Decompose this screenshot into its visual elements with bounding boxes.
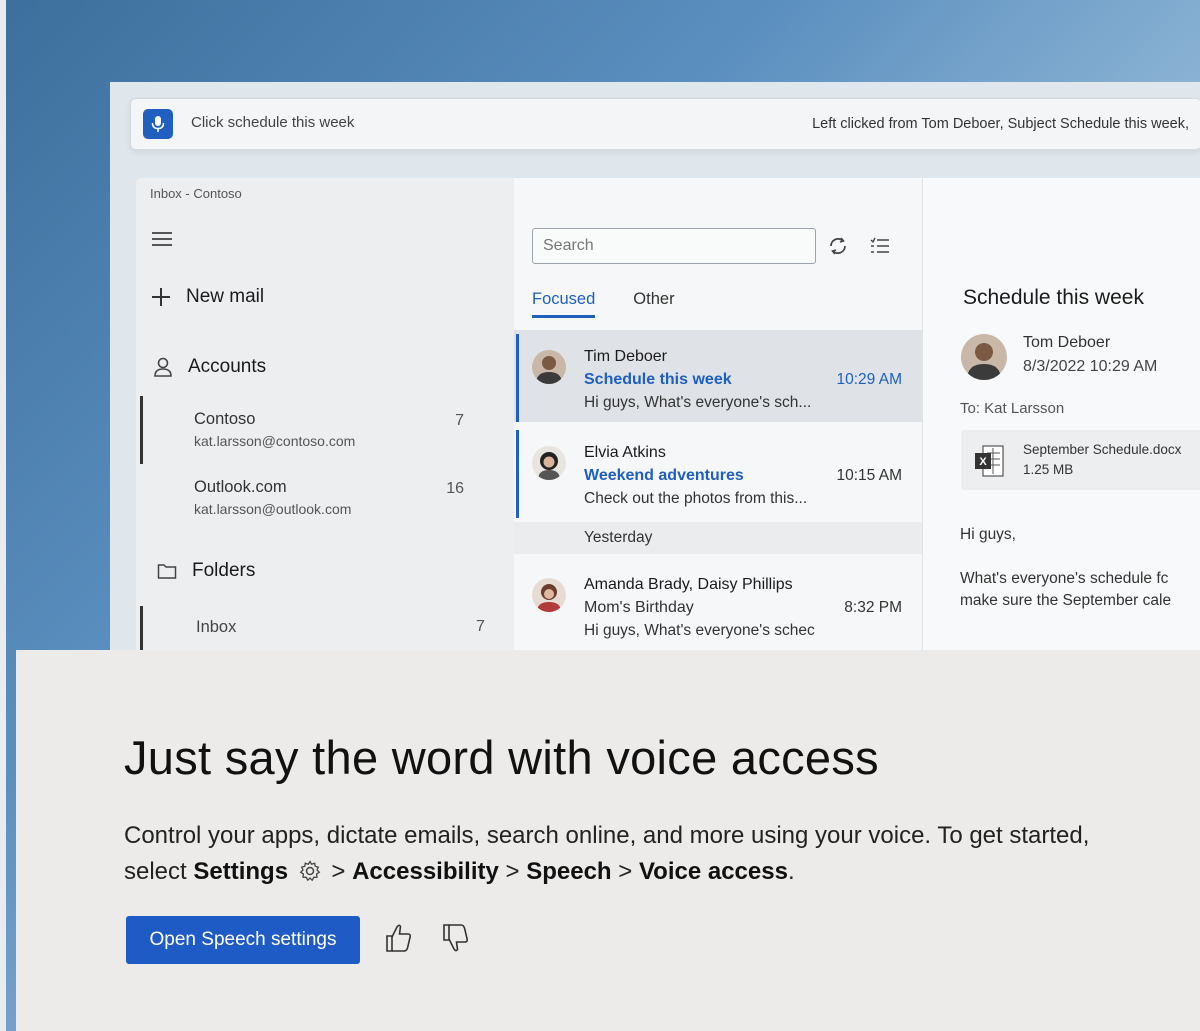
voice-command-text: Click schedule this week <box>191 114 355 131</box>
svg-text:X: X <box>979 456 987 468</box>
day-separator-label: Yesterday <box>584 529 653 546</box>
folders-header[interactable]: Folders <box>156 560 255 582</box>
settings-path-item: Voice access <box>638 858 788 885</box>
accounts-header[interactable]: Accounts <box>152 356 266 378</box>
account-email: kat.larsson@outlook.com <box>194 501 352 517</box>
tab-other[interactable]: Other <box>633 290 674 318</box>
microphone-icon <box>151 116 165 132</box>
reading-sender: Tom Deboer <box>1023 334 1111 351</box>
message-item[interactable]: Amanda Brady, Daisy Phillips Mom's Birth… <box>514 558 922 650</box>
message-subject: Mom's Birthday <box>584 599 694 616</box>
reading-date: 8/3/2022 10:29 AM <box>1023 358 1158 375</box>
message-item[interactable]: Elvia Atkins Weekend adventures 10:15 AM… <box>514 426 922 518</box>
message-subject: Schedule this week <box>584 371 732 388</box>
folder-selection-indicator <box>140 606 143 650</box>
voice-status-text: Left clicked from Tom Deboer, Subject Sc… <box>812 116 1189 132</box>
window-title: Inbox - Contoso <box>150 186 242 201</box>
monitor-bezel <box>0 0 6 1031</box>
thumbs-up-icon[interactable] <box>383 922 413 954</box>
message-time: 10:29 AM <box>836 371 903 388</box>
message-time: 8:32 PM <box>844 599 902 616</box>
new-mail-label: New mail <box>186 286 265 307</box>
message-list-pane: Focused Other Tim Deboer Schedule this w… <box>514 178 922 650</box>
reading-pane: Schedule this week Tom Deboer 8/3/2022 1… <box>922 178 1200 650</box>
avatar <box>532 446 566 480</box>
mail-tabs: Focused Other <box>532 290 713 318</box>
unread-indicator <box>516 430 519 518</box>
avatar <box>961 334 1007 380</box>
mail-app-window: Inbox - Contoso New mail Accounts Contos… <box>136 178 1200 650</box>
message-time: 10:15 AM <box>836 467 903 484</box>
path-separator: > <box>331 858 346 885</box>
unread-count: 7 <box>455 412 464 429</box>
reading-recipient: To: Kat Larsson <box>960 400 1065 417</box>
unread-indicator <box>516 334 519 422</box>
avatar <box>532 578 566 612</box>
sync-icon[interactable] <box>826 234 850 258</box>
attachment-name: September Schedule.docx <box>1023 442 1182 457</box>
open-speech-settings-button[interactable]: Open Speech settings <box>126 916 360 964</box>
plus-icon <box>150 286 172 308</box>
voice-access-bar: Click schedule this week Left clicked fr… <box>130 98 1200 150</box>
message-sender: Elvia Atkins <box>584 444 666 461</box>
unread-count: 7 <box>476 618 485 635</box>
day-separator: Yesterday <box>514 522 922 554</box>
promo-heading: Just say the word with voice access <box>124 731 879 784</box>
new-mail-button[interactable]: New mail <box>150 286 264 308</box>
message-sender: Tim Deboer <box>584 348 667 365</box>
folders-label: Folders <box>192 560 256 581</box>
voice-access-promo: Just say the word with voice access Cont… <box>16 650 1200 1031</box>
microphone-button[interactable] <box>143 109 173 139</box>
settings-path-item: Settings <box>193 858 289 885</box>
path-separator: > <box>505 858 520 885</box>
accounts-label: Accounts <box>188 356 267 377</box>
unread-count: 16 <box>446 480 464 497</box>
attachment[interactable]: X September Schedule.docx 1.25 MB <box>961 430 1200 490</box>
filter-list-icon[interactable] <box>868 234 892 258</box>
account-item-contoso[interactable]: Contoso kat.larsson@contoso.com 7 <box>194 410 494 449</box>
settings-path-item: Accessibility <box>352 858 499 885</box>
account-email: kat.larsson@contoso.com <box>194 433 356 449</box>
promo-period: . <box>787 858 795 885</box>
path-separator: > <box>618 858 633 885</box>
person-icon <box>152 356 174 378</box>
message-preview: Check out the photos from this... <box>584 490 808 507</box>
promo-description: Control your apps, dictate emails, searc… <box>124 818 1104 890</box>
search-input[interactable] <box>533 229 805 263</box>
account-selection-indicator <box>140 396 143 464</box>
message-preview: Hi guys, What's everyone's schec <box>584 622 815 639</box>
search-box[interactable] <box>532 228 816 264</box>
gear-icon <box>299 860 321 882</box>
attachment-size: 1.25 MB <box>1023 462 1074 477</box>
message-preview: Hi guys, What's everyone's sch... <box>584 394 812 411</box>
settings-path-item: Speech <box>526 858 612 885</box>
tab-focused[interactable]: Focused <box>532 290 596 318</box>
message-body-greeting: Hi guys, <box>960 526 1016 543</box>
message-body-line: make sure the September cale <box>960 592 1172 609</box>
folder-item-inbox[interactable]: Inbox <box>196 618 236 637</box>
thumbs-down-icon[interactable] <box>440 922 470 954</box>
folder-icon <box>156 562 178 580</box>
message-subject: Weekend adventures <box>584 467 744 484</box>
avatar <box>532 350 566 384</box>
navigation-pane: Inbox - Contoso New mail Accounts Contos… <box>136 178 514 650</box>
account-item-outlook[interactable]: Outlook.com kat.larsson@outlook.com 16 <box>194 478 494 517</box>
reading-subject: Schedule this week <box>963 286 1144 309</box>
message-item[interactable]: Tim Deboer Schedule this week 10:29 AM H… <box>514 330 922 422</box>
message-sender: Amanda Brady, Daisy Phillips <box>584 576 793 593</box>
message-body-line: What's everyone's schedule fc <box>960 570 1169 587</box>
hamburger-menu-icon[interactable] <box>152 232 172 248</box>
account-name: Contoso <box>194 410 256 428</box>
excel-file-icon: X <box>975 445 1004 477</box>
